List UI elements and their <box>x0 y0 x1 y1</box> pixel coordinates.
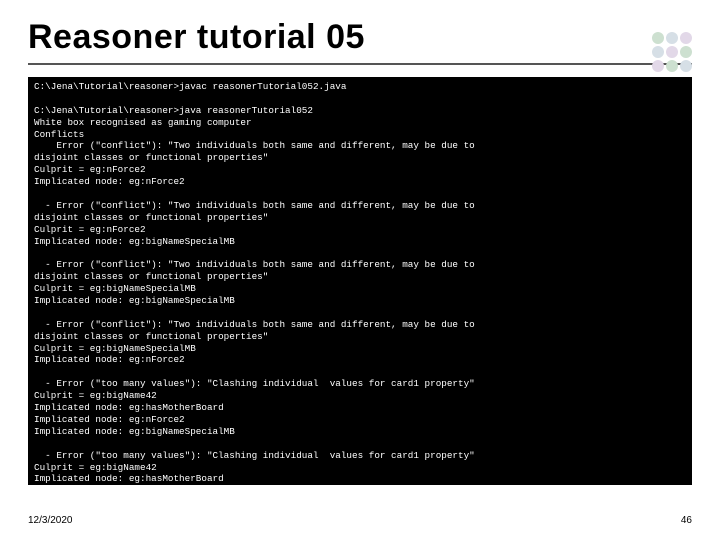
terminal-output: C:\Jena\Tutorial\reasoner>javac reasoner… <box>28 77 692 485</box>
footer-page-number: 46 <box>681 515 692 526</box>
slide-footer: 12/3/2020 46 <box>28 515 692 526</box>
decorative-dots <box>652 32 692 72</box>
footer-date: 12/3/2020 <box>28 515 73 526</box>
slide: Reasoner tutorial 05 C:\Jena\Tutorial\re… <box>0 0 720 540</box>
title-divider <box>28 63 692 65</box>
slide-title: Reasoner tutorial 05 <box>28 18 692 57</box>
